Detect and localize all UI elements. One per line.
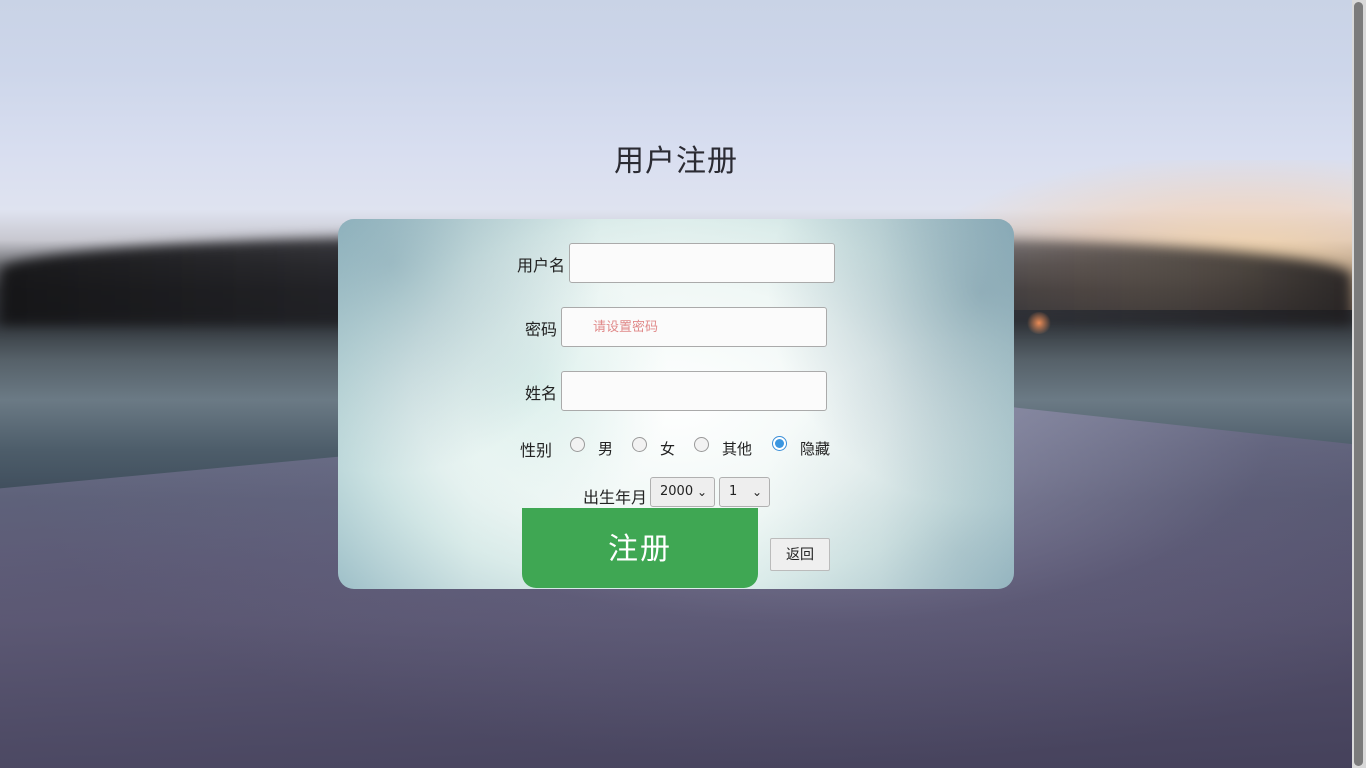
password-input[interactable]: [561, 307, 827, 347]
gender-label: 性别: [520, 441, 553, 460]
username-input[interactable]: [569, 243, 835, 283]
gender-radio-female[interactable]: [632, 437, 647, 452]
birth-year-select[interactable]: 2000 ⌄: [650, 477, 715, 507]
back-button[interactable]: 返回: [770, 538, 830, 571]
gender-radio-other[interactable]: [694, 437, 709, 452]
scrollbar-thumb[interactable]: [1354, 2, 1363, 766]
gender-radio-male[interactable]: [570, 437, 585, 452]
gender-option-female-label: 女: [660, 440, 676, 458]
chevron-down-icon: ⌄: [751, 485, 762, 499]
realname-label: 姓名: [525, 384, 558, 403]
gender-option-male-label: 男: [598, 440, 614, 458]
page-title: 用户注册: [614, 144, 738, 179]
birth-label: 出生年月: [583, 488, 648, 507]
page-scrollbar[interactable]: [1352, 0, 1366, 768]
realname-input[interactable]: [561, 371, 827, 411]
register-button[interactable]: 注册: [522, 508, 758, 588]
birth-month-select[interactable]: 1 ⌄: [719, 477, 770, 507]
background-light: [1026, 312, 1052, 334]
gender-radio-hidden[interactable]: [772, 436, 787, 451]
username-label: 用户名: [517, 256, 566, 275]
gender-option-other-label: 其他: [722, 440, 753, 458]
birth-month-value: 1: [729, 484, 738, 499]
gender-option-hidden-label: 隐藏: [800, 440, 831, 458]
birth-year-value: 2000: [660, 484, 694, 499]
chevron-down-icon: ⌄: [696, 485, 707, 499]
password-label: 密码: [525, 320, 558, 339]
